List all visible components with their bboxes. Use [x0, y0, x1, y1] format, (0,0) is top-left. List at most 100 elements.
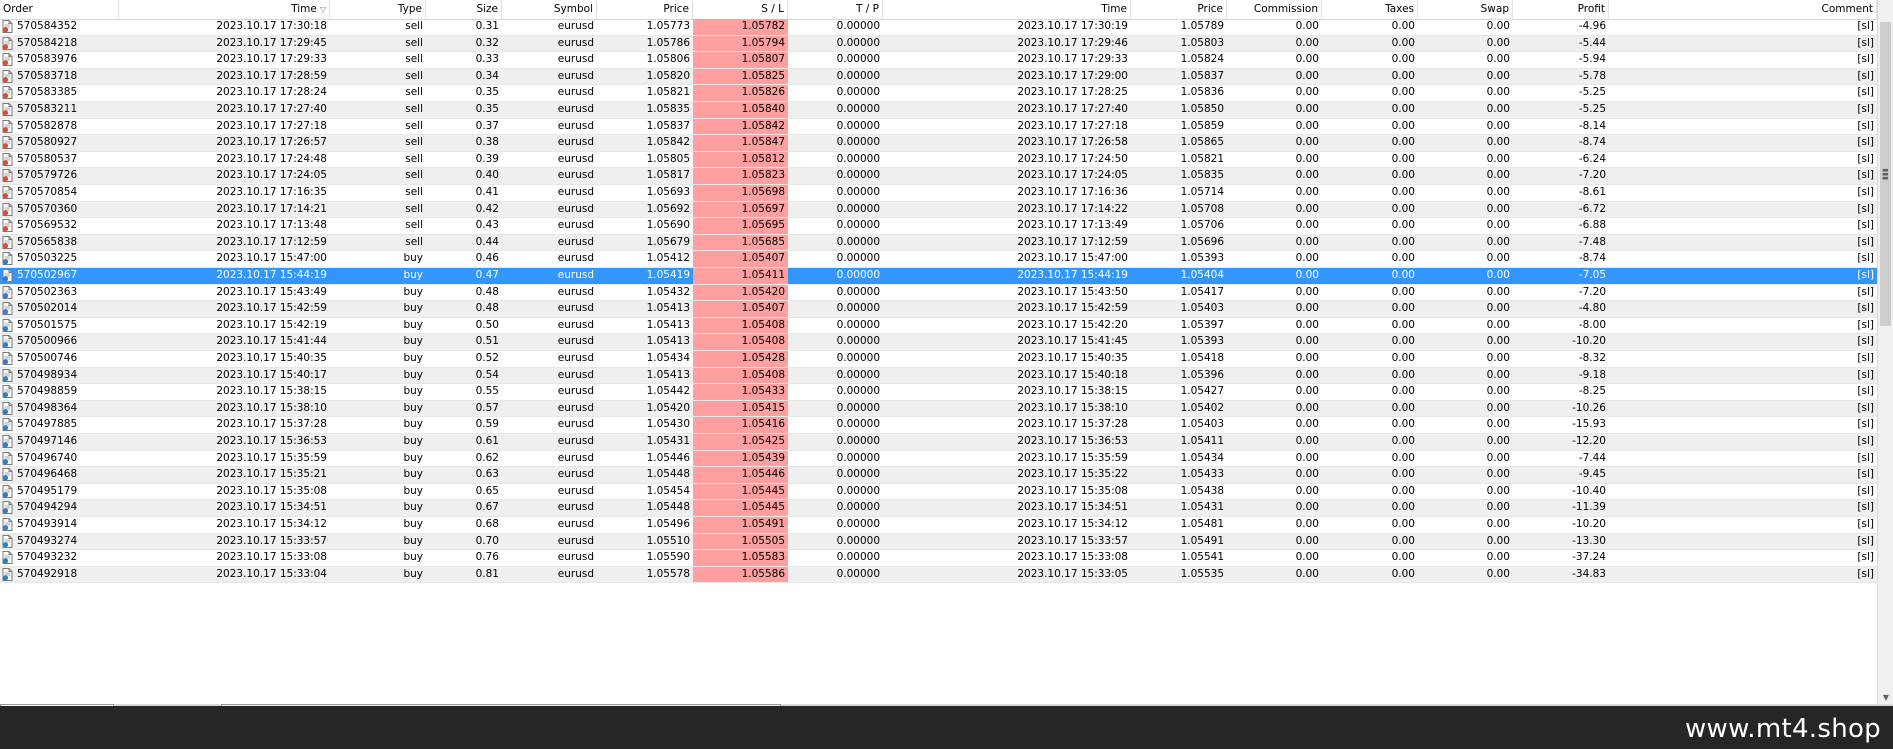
cell-tp: 0.00000	[836, 302, 880, 315]
order-number: 570497146	[17, 435, 78, 447]
table-row[interactable]: 570583718 2023.10.17 17:28:59 sell 0.34 euru…	[0, 68, 1877, 86]
column-header-order[interactable]: Order	[0, 0, 119, 19]
cell-order: 570583385	[0, 85, 119, 101]
cell-type: sell	[405, 119, 423, 132]
table-row[interactable]: 570498859 2023.10.17 15:38:15 buy 0.55 eurus…	[0, 384, 1877, 401]
table-row[interactable]: 570493914 2023.10.17 15:34:12 buy 0.68 eurus…	[0, 517, 1877, 534]
table-row[interactable]: 570494294 2023.10.17 15:34:51 buy 0.67 eurus…	[0, 500, 1877, 517]
column-header-symbol[interactable]: Symbol	[502, 0, 597, 19]
cell-commission: 0.00	[1295, 368, 1319, 381]
scroll-down-arrow-icon[interactable]: ▼	[1878, 693, 1893, 702]
cell-taxes: 0.00	[1391, 368, 1415, 381]
column-header-size[interactable]: Size	[426, 0, 502, 19]
cell-profit: -6.72	[1578, 202, 1606, 215]
table-row[interactable]: 570570854 2023.10.17 17:16:35 sell 0.41 euru…	[0, 185, 1877, 202]
cell-price-open: 1.05419	[646, 269, 690, 281]
table-row[interactable]: 570501575 2023.10.17 15:42:19 buy 0.50 eurus…	[0, 317, 1877, 335]
column-header-swap[interactable]: Swap	[1418, 0, 1513, 19]
table-row[interactable]: 570580927 2023.10.17 17:26:57 sell 0.38 euru…	[0, 135, 1877, 152]
column-header-price-close[interactable]: Price	[1131, 0, 1227, 19]
table-row[interactable]: 570579726 2023.10.17 17:24:05 sell 0.40 euru…	[0, 168, 1877, 185]
cell-size: 0.50	[475, 318, 499, 331]
cell-profit: -13.30	[1572, 534, 1606, 547]
cell-symbol: eurusd	[557, 501, 594, 514]
table-row[interactable]: 570492918 2023.10.17 15:33:04 buy 0.81 eurus…	[0, 566, 1877, 584]
column-header-price-open[interactable]: Price	[597, 0, 693, 19]
cell-order: 570492918	[0, 567, 119, 583]
cell-taxes: 0.00	[1391, 136, 1415, 149]
buy-order-icon	[1, 401, 14, 415]
cell-comment: [sl]	[1857, 152, 1874, 165]
cell-comment: [sl]	[1857, 484, 1874, 497]
order-number: 570498859	[17, 385, 78, 398]
table-row[interactable]: 570493232 2023.10.17 15:33:08 buy 0.76 eurus…	[0, 550, 1877, 567]
column-header-tp[interactable]: T / P	[788, 0, 883, 19]
table-row[interactable]: 570500746 2023.10.17 15:40:35 buy 0.52 eurus…	[0, 351, 1877, 368]
cell-time-close: 2023.10.17 15:40:35	[1017, 352, 1128, 364]
table-row[interactable]: 570502363 2023.10.17 15:43:49 buy 0.48 eurus…	[0, 284, 1877, 302]
cell-order: 570496468	[0, 467, 119, 483]
cell-price-close: 1.05835	[1180, 169, 1224, 182]
cell-order: 570582878	[0, 119, 119, 135]
vertical-scrollbar[interactable]: ▼	[1877, 0, 1893, 704]
table-row[interactable]: 570502967 2023.10.17 15:44:19 buy 0.47 eurus…	[0, 268, 1877, 285]
table-row[interactable]: 570496468 2023.10.17 15:35:21 buy 0.63 eurus…	[0, 467, 1877, 484]
buy-order-icon	[1, 385, 14, 399]
cell-tp: 0.00000	[836, 53, 880, 66]
cell-commission: 0.00	[1295, 202, 1319, 215]
table-row[interactable]: 570582878 2023.10.17 17:27:18 sell 0.37 euru…	[0, 118, 1877, 136]
column-header-commission[interactable]: Commission	[1227, 0, 1322, 19]
table-row[interactable]: 570583211 2023.10.17 17:27:40 sell 0.35 euru…	[0, 102, 1877, 119]
cell-commission: 0.00	[1295, 468, 1319, 481]
column-header-time-open[interactable]: Time ▽	[119, 0, 330, 19]
cell-swap: 0.00	[1486, 269, 1510, 281]
cell-type: sell	[405, 186, 423, 198]
table-row[interactable]: 570496740 2023.10.17 15:35:59 buy 0.62 eurus…	[0, 450, 1877, 468]
column-header-time-close[interactable]: Time	[883, 0, 1131, 19]
cell-time-close: 2023.10.17 17:16:36	[1017, 186, 1128, 198]
column-header-comment[interactable]: Comment	[1609, 0, 1877, 19]
cell-size: 0.59	[475, 418, 499, 431]
cell-type: buy	[403, 435, 423, 447]
cell-commission: 0.00	[1295, 235, 1319, 248]
table-row[interactable]: 570495179 2023.10.17 15:35:08 buy 0.65 eurus…	[0, 483, 1877, 501]
cell-size: 0.70	[475, 534, 499, 547]
table-row[interactable]: 570500966 2023.10.17 15:41:44 buy 0.51 eurus…	[0, 334, 1877, 351]
table-row[interactable]: 570493274 2023.10.17 15:33:57 buy 0.70 eurus…	[0, 533, 1877, 551]
table-row[interactable]: 570580537 2023.10.17 17:24:48 sell 0.39 euru…	[0, 151, 1877, 169]
table-row[interactable]: 570583976 2023.10.17 17:29:33 sell 0.33 euru…	[0, 52, 1877, 69]
column-header-taxes[interactable]: Taxes	[1322, 0, 1418, 19]
cell-sl: 1.05698	[693, 185, 788, 201]
table-row[interactable]: 570583385 2023.10.17 17:28:24 sell 0.35 euru…	[0, 85, 1877, 102]
cell-price-close: 1.05481	[1180, 518, 1224, 530]
cell-price-open: 1.05690	[646, 219, 690, 232]
table-row[interactable]: 570498364 2023.10.17 15:38:10 buy 0.57 eurus…	[0, 400, 1877, 418]
sort-descending-icon[interactable]: ▽	[320, 5, 326, 14]
table-row[interactable]: 570497146 2023.10.17 15:36:53 buy 0.61 eurus…	[0, 434, 1877, 451]
cell-comment: [sl]	[1857, 518, 1874, 530]
order-number: 570579726	[17, 169, 78, 182]
cell-tp: 0.00000	[836, 219, 880, 232]
column-header-profit[interactable]: Profit	[1513, 0, 1609, 19]
cell-tp: 0.00000	[836, 235, 880, 248]
column-header-sl[interactable]: S / L	[693, 0, 788, 19]
table-row[interactable]: 570569532 2023.10.17 17:13:48 sell 0.43 euru…	[0, 218, 1877, 235]
table-row[interactable]: 570565838 2023.10.17 17:12:59 sell 0.44 euru…	[0, 234, 1877, 252]
cell-order: 570583211	[0, 102, 119, 118]
cell-comment: [sl]	[1857, 252, 1874, 265]
cell-swap: 0.00	[1486, 435, 1510, 447]
table-row[interactable]: 570503225 2023.10.17 15:47:00 buy 0.46 eurus…	[0, 251, 1877, 268]
table-row[interactable]: 570584218 2023.10.17 17:29:45 sell 0.32 euru…	[0, 35, 1877, 53]
cell-taxes: 0.00	[1391, 468, 1415, 481]
cell-tp: 0.00000	[836, 136, 880, 149]
table-row[interactable]: 570498934 2023.10.17 15:40:17 buy 0.54 eurus…	[0, 367, 1877, 385]
table-row[interactable]: 570497885 2023.10.17 15:37:28 buy 0.59 eurus…	[0, 417, 1877, 434]
table-row[interactable]: 570584352 2023.10.17 17:30:18 sell 0.31 euru…	[0, 19, 1877, 36]
cell-tp: 0.00000	[836, 567, 880, 580]
cell-price-open: 1.05692	[646, 202, 690, 215]
cell-tp: 0.00000	[836, 69, 880, 82]
column-header-type[interactable]: Type	[330, 0, 426, 19]
table-row[interactable]: 570502014 2023.10.17 15:42:59 buy 0.48 eurus…	[0, 301, 1877, 318]
table-row[interactable]: 570570360 2023.10.17 17:14:21 sell 0.42 euru…	[0, 201, 1877, 219]
cell-time-open: 2023.10.17 15:33:04	[216, 567, 327, 580]
